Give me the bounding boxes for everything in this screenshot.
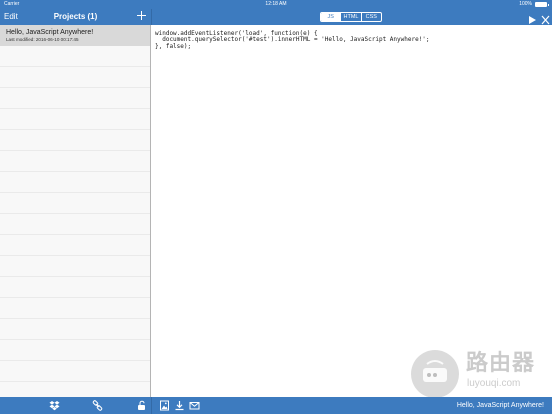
watermark-title: 路由器 (466, 350, 536, 375)
run-button[interactable] (528, 12, 537, 24)
status-bar: Carrier 12:18 AM 100% (0, 0, 552, 9)
close-preview-button[interactable] (541, 12, 550, 25)
projects-title: Projects (1) (53, 12, 98, 21)
battery-percent: 100% (519, 1, 532, 7)
code-editor[interactable]: window.addEventListener('load', function… (152, 25, 552, 397)
unlock-icon (138, 400, 145, 410)
dropbox-button[interactable] (49, 400, 60, 411)
play-icon (529, 16, 536, 24)
router-icon (411, 350, 459, 398)
download-icon (175, 401, 184, 411)
list-row-lines (0, 25, 150, 397)
projects-sidebar: Hello, JavaScript Anywhere! Last modifie… (0, 25, 151, 397)
bottom-toolbar: Hello, JavaScript Anywhere! (0, 397, 552, 414)
project-name: Hello, JavaScript Anywhere! (6, 29, 94, 36)
status-message: Hello, JavaScript Anywhere! (456, 402, 544, 409)
download-button[interactable] (174, 400, 185, 411)
toolbar-divider (151, 397, 152, 414)
unlock-button[interactable] (136, 400, 147, 411)
navigation-bar: Edit Projects (1) JS HTML CSS (0, 9, 552, 25)
close-icon (541, 15, 550, 25)
clock-label: 12:18 AM (265, 1, 287, 7)
battery-level-fill (536, 3, 546, 6)
tab-css[interactable]: CSS (360, 13, 381, 21)
tab-html[interactable]: HTML (340, 13, 360, 21)
plus-icon (137, 11, 146, 20)
watermark-subtitle: luyouqi.com (467, 378, 521, 389)
share-link-button[interactable] (92, 400, 103, 411)
mail-button[interactable] (189, 400, 200, 411)
router-watermark-glyph (423, 360, 447, 382)
tab-js[interactable]: JS (321, 13, 341, 21)
image-icon (160, 400, 169, 411)
list-item-project[interactable]: Hello, JavaScript Anywhere! Last modifie… (0, 25, 150, 46)
add-project-button[interactable] (136, 10, 147, 21)
project-modified-date: Last modified: 2016-06-10 00:17:45 (6, 37, 79, 42)
mail-icon (189, 402, 200, 410)
dropbox-icon (49, 401, 60, 411)
image-button[interactable] (159, 400, 170, 411)
app-window: Carrier 12:18 AM 100% Edit Projects (1) … (0, 0, 552, 414)
battery-icon (535, 2, 549, 7)
language-tabs: JS HTML CSS (320, 12, 382, 22)
link-icon (92, 400, 103, 411)
code-line: }, false); (155, 42, 192, 50)
nav-divider (151, 9, 152, 25)
